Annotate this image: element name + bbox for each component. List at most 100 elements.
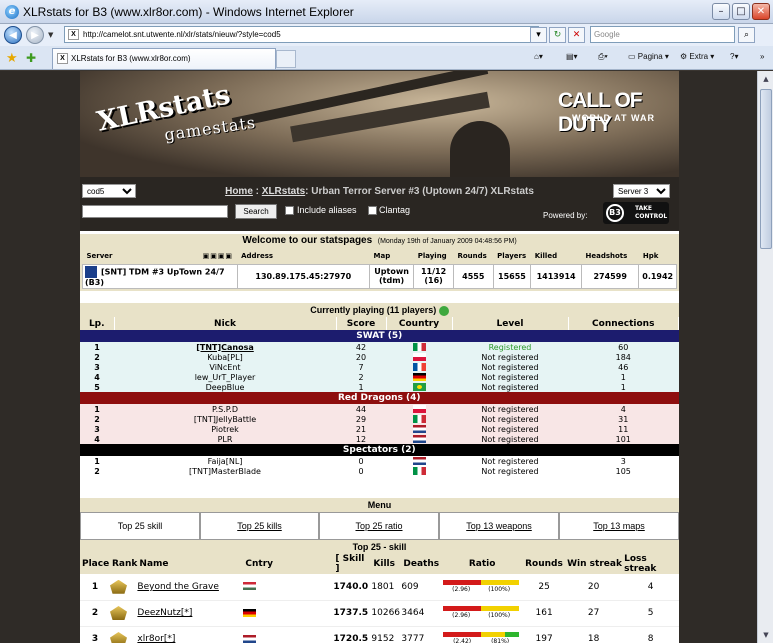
menu-top13-maps-link[interactable]: Top 13 maps xyxy=(593,521,645,531)
row-kills: 1801 xyxy=(371,574,402,601)
player-lp: 1 xyxy=(94,456,100,466)
help-icon[interactable]: ?▾ xyxy=(730,52,738,61)
player-country xyxy=(386,434,452,444)
col-level: Level xyxy=(452,317,569,330)
print-icon[interactable]: ⎙▾ xyxy=(598,52,608,62)
flag-it-icon xyxy=(412,467,426,475)
minimize-icon[interactable]: – xyxy=(712,3,730,20)
row-kills: 9152 xyxy=(371,626,402,643)
player-lp: 1 xyxy=(94,404,100,414)
breadcrumb-home-link[interactable]: Home xyxy=(225,186,253,197)
search-go-icon[interactable]: ⌕ xyxy=(738,27,755,43)
site-banner: XLRstats gamestats CALL OF DUTY WORLD AT… xyxy=(80,71,679,177)
menu-top25-kills-link[interactable]: Top 25 kills xyxy=(237,521,282,531)
home-icon[interactable]: ⌂▾ xyxy=(534,52,543,61)
flag-it-icon xyxy=(412,343,426,351)
server-select[interactable]: Server 3 xyxy=(613,184,670,198)
search-field[interactable]: Google xyxy=(590,26,735,43)
row-country xyxy=(243,626,334,643)
player-score: 21 xyxy=(355,424,367,434)
row-name[interactable]: xlr8or[*] xyxy=(137,626,244,643)
ratio-text: (2.96) (100%) xyxy=(443,612,519,619)
header-rounds: Rounds xyxy=(453,248,494,264)
server-tool-icons[interactable]: ▣▣▣▣ xyxy=(203,252,233,260)
server-name-cell[interactable]: [SNT] TDM #3 UpTown 24/7 (B3) xyxy=(82,263,238,289)
welcome-date: (Monday 19th of January 2009 04:48:56 PM… xyxy=(377,238,517,245)
player-connections: 1 xyxy=(620,372,626,382)
player-lp: 2 xyxy=(94,352,100,362)
history-dropdown-icon[interactable]: ▼ xyxy=(48,31,53,39)
server-rounds: 4555 xyxy=(452,263,494,289)
flag-nl-icon xyxy=(412,435,426,443)
row-name[interactable]: Beyond the Grave xyxy=(137,574,244,601)
row-rank xyxy=(110,574,138,601)
flag-nl-icon xyxy=(243,634,257,643)
header-players: Players xyxy=(493,248,531,264)
row-win-streak: 27 xyxy=(565,600,623,627)
top25-body: 1 Beyond the Grave 1740.0 1801 609 (2.96) (100… xyxy=(80,574,679,643)
url-field[interactable]: X http://camelot.snt.utwente.nl/xlr/stat… xyxy=(64,26,539,43)
player-row: 1 [TNT]Canosa 42 Registered 60 xyxy=(80,342,679,352)
include-aliases-checkbox[interactable] xyxy=(285,206,294,215)
player-nick: Faija[NL] xyxy=(207,456,243,466)
player-score: 20 xyxy=(355,352,367,362)
close-icon[interactable]: ✕ xyxy=(752,3,770,20)
top25-row: 1 Beyond the Grave 1740.0 1801 609 (2.96) (100… xyxy=(80,574,679,601)
row-country xyxy=(243,600,334,627)
extra-menu[interactable]: ⚙ Extra ▾ xyxy=(680,52,714,61)
menu-top25-ratio-link[interactable]: Top 25 ratio xyxy=(355,521,402,531)
window-titlebar: e XLRstats for B3 (www.xlr8or.com) - Win… xyxy=(0,0,773,24)
browser-tab[interactable]: X XLRstats for B3 (www.xlr8or.com) xyxy=(52,48,276,69)
welcome-panel: Welcome to our statspages (Monday 19th o… xyxy=(80,234,679,291)
player-row: 3 ViNcEnt 7 Not registered 46 xyxy=(80,362,679,372)
flag-pl-icon xyxy=(412,353,426,361)
ratio-bar-yellow xyxy=(481,606,520,611)
col-country: Country xyxy=(386,317,453,330)
search-button[interactable]: Search xyxy=(235,204,277,219)
top25-panel: Top 25 - skill Place Rank Name Cntry [ S… xyxy=(80,540,679,643)
player-connections: 1 xyxy=(620,382,626,392)
col-nick: Nick xyxy=(114,317,337,330)
soldier-silhouette xyxy=(450,121,510,177)
flag-it-icon xyxy=(412,415,426,423)
player-country xyxy=(386,404,452,414)
search-input[interactable] xyxy=(82,205,228,218)
page-menu[interactable]: ▭ Pagina ▾ xyxy=(628,52,669,61)
forward-button[interactable]: ▶ xyxy=(26,26,44,44)
page-viewport: XLRstats gamestats CALL OF DUTY WORLD AT… xyxy=(0,71,757,643)
player-lp: 2 xyxy=(94,414,100,424)
refresh-icon[interactable]: ↻ xyxy=(549,27,566,43)
clantag-checkbox[interactable] xyxy=(368,206,377,215)
row-name[interactable]: DeezNutz[*] xyxy=(137,600,244,627)
player-connections: 184 xyxy=(615,352,631,362)
back-button[interactable]: ◀ xyxy=(4,26,22,44)
new-tab-button[interactable] xyxy=(276,50,296,68)
team-name: SWAT (5) xyxy=(80,330,679,342)
player-lp: 4 xyxy=(94,434,100,444)
add-favorite-icon[interactable]: ✚ xyxy=(26,51,36,65)
welcome-title: Welcome to our statspages (Monday 19th o… xyxy=(80,234,679,248)
breadcrumb-xlr-link[interactable]: XLRstats xyxy=(262,186,305,197)
row-country xyxy=(243,574,334,601)
player-row: 1 Faija[NL] 0 Not registered 3 xyxy=(80,456,679,466)
player-connections: 31 xyxy=(618,414,629,424)
chevron-more-icon[interactable]: » xyxy=(760,52,764,61)
player-nick[interactable]: [TNT]Canosa xyxy=(114,342,336,352)
favorites-star-icon[interactable]: ★ xyxy=(6,51,18,66)
feeds-icon[interactable]: ▤▾ xyxy=(566,52,578,61)
flag-hu-icon xyxy=(243,582,257,591)
scroll-up-icon[interactable]: ▲ xyxy=(760,72,772,86)
b3-logo[interactable]: B3 TAKE CONTROL xyxy=(603,202,669,224)
stop-icon[interactable]: ✕ xyxy=(568,27,585,43)
scroll-thumb[interactable] xyxy=(760,89,772,249)
menu-top13-weapons-link[interactable]: Top 13 weapons xyxy=(466,521,532,531)
url-dropdown-icon[interactable]: ▾ xyxy=(530,27,547,43)
player-connections: 105 xyxy=(615,466,631,476)
scroll-down-icon[interactable]: ▼ xyxy=(760,628,772,642)
vertical-scrollbar[interactable]: ▲ ▼ xyxy=(757,71,773,643)
maximize-icon[interactable]: □ xyxy=(732,3,750,20)
menu-top25-kills: Top 25 kills xyxy=(200,512,319,540)
player-nick: P.S.P.D xyxy=(211,404,239,414)
refresh-status-icon[interactable] xyxy=(438,305,449,316)
flag-de-icon xyxy=(412,373,426,381)
